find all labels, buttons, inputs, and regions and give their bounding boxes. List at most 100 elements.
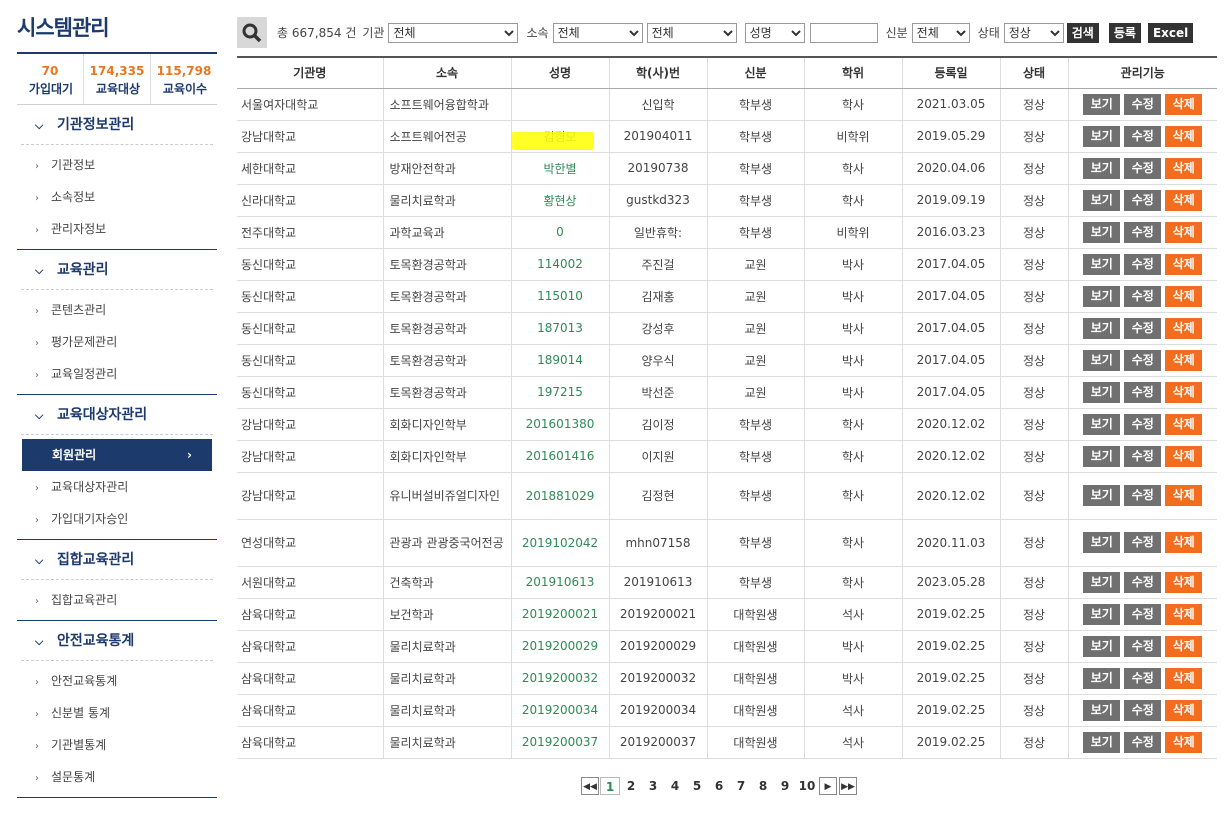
view-button[interactable]: 보기 xyxy=(1083,189,1121,211)
page-number[interactable]: 4 xyxy=(664,777,686,795)
member-name-link[interactable]: 201601380 xyxy=(510,408,609,441)
excel-button[interactable]: Excel xyxy=(1147,22,1194,43)
view-button[interactable]: 보기 xyxy=(1083,445,1121,467)
first-page-icon[interactable]: ◀◀ xyxy=(581,777,599,795)
edit-button[interactable]: 수정 xyxy=(1124,93,1162,115)
edit-button[interactable]: 수정 xyxy=(1124,317,1162,339)
delete-button[interactable]: 삭제 xyxy=(1165,635,1203,657)
delete-button[interactable]: 삭제 xyxy=(1165,221,1203,243)
register-button[interactable]: 등록 xyxy=(1108,22,1141,43)
member-name-link[interactable]: 박한별 xyxy=(510,152,609,185)
member-name-link[interactable]: 황현상 xyxy=(510,184,609,217)
delete-button[interactable]: 삭제 xyxy=(1165,731,1203,753)
menu-group-header[interactable]: ⌵ 안전교육통계 xyxy=(21,621,213,661)
next-page-icon[interactable]: ▶ xyxy=(819,777,837,795)
member-name-link[interactable]: 2019102042 xyxy=(510,519,609,567)
edit-button[interactable]: 수정 xyxy=(1124,285,1162,307)
sidebar-item[interactable]: › 소속정보 xyxy=(17,181,217,213)
sidebar-item[interactable]: › 설문통계 xyxy=(17,761,217,793)
view-button[interactable]: 보기 xyxy=(1083,157,1121,179)
delete-button[interactable]: 삭제 xyxy=(1165,189,1203,211)
edit-button[interactable]: 수정 xyxy=(1124,532,1162,553)
member-name-link[interactable]: 0 xyxy=(510,216,609,249)
sidebar-item[interactable]: › 안전교육통계 xyxy=(17,665,217,697)
delete-button[interactable]: 삭제 xyxy=(1165,699,1203,721)
delete-button[interactable]: 삭제 xyxy=(1165,125,1203,147)
page-number[interactable]: 10 xyxy=(796,777,818,795)
view-button[interactable]: 보기 xyxy=(1083,349,1121,371)
sidebar-item[interactable]: 회원관리 › xyxy=(22,439,212,471)
status-select[interactable]: 전체 xyxy=(911,22,970,43)
view-button[interactable]: 보기 xyxy=(1083,253,1121,275)
member-name-link[interactable] xyxy=(510,88,609,121)
sidebar-item[interactable]: › 관리자정보 xyxy=(17,213,217,245)
member-name-link[interactable]: 189014 xyxy=(510,344,609,377)
sidebar-item[interactable]: › 집합교육관리 xyxy=(17,584,217,616)
sidebar-item[interactable]: › 기관정보 xyxy=(17,149,217,181)
sidebar-item[interactable]: › 가입대기자승인 xyxy=(17,503,217,535)
page-number[interactable]: 5 xyxy=(686,777,708,795)
member-name-link[interactable]: 115010 xyxy=(510,280,609,313)
edit-button[interactable]: 수정 xyxy=(1124,381,1162,403)
view-button[interactable]: 보기 xyxy=(1083,603,1121,625)
sidebar-item[interactable]: › 교육대상자관리 xyxy=(17,471,217,503)
edit-button[interactable]: 수정 xyxy=(1124,699,1162,721)
page-number[interactable]: 7 xyxy=(730,777,752,795)
view-button[interactable]: 보기 xyxy=(1083,221,1121,243)
edit-button[interactable]: 수정 xyxy=(1124,603,1162,625)
view-button[interactable]: 보기 xyxy=(1083,571,1121,593)
last-page-icon[interactable]: ▶▶ xyxy=(839,777,857,795)
page-number[interactable]: 6 xyxy=(708,777,730,795)
view-button[interactable]: 보기 xyxy=(1083,485,1121,506)
delete-button[interactable]: 삭제 xyxy=(1165,445,1203,467)
view-button[interactable]: 보기 xyxy=(1083,731,1121,753)
view-button[interactable]: 보기 xyxy=(1083,125,1121,147)
delete-button[interactable]: 삭제 xyxy=(1165,485,1203,506)
institution-select[interactable]: 전체 xyxy=(388,22,519,43)
delete-button[interactable]: 삭제 xyxy=(1165,253,1203,275)
member-name-link[interactable]: 2019200034 xyxy=(510,694,609,727)
member-name-link[interactable]: 201601416 xyxy=(510,440,609,473)
sidebar-item[interactable]: › 교육일정관리 xyxy=(17,358,217,390)
menu-group-header[interactable]: ⌵ 집합교육관리 xyxy=(21,540,213,580)
page-number[interactable]: 1 xyxy=(600,777,620,795)
sidebar-item[interactable]: › 신분별 통계 xyxy=(17,697,217,729)
edit-button[interactable]: 수정 xyxy=(1124,413,1162,435)
edit-button[interactable]: 수정 xyxy=(1124,189,1162,211)
edit-button[interactable]: 수정 xyxy=(1124,667,1162,689)
page-number[interactable]: 2 xyxy=(620,777,642,795)
search-field-select[interactable]: 성명 xyxy=(744,22,805,43)
view-button[interactable]: 보기 xyxy=(1083,532,1121,553)
page-number[interactable]: 9 xyxy=(774,777,796,795)
member-name-link[interactable]: 187013 xyxy=(510,312,609,345)
menu-group-header[interactable]: ⌵ 기관정보관리 xyxy=(21,105,213,145)
menu-group-header[interactable]: ⌵ 교육관리 xyxy=(21,250,213,290)
edit-button[interactable]: 수정 xyxy=(1124,571,1162,593)
edit-button[interactable]: 수정 xyxy=(1124,125,1162,147)
delete-button[interactable]: 삭제 xyxy=(1165,603,1203,625)
sidebar-item[interactable]: › 콘텐츠관리 xyxy=(17,294,217,326)
view-button[interactable]: 보기 xyxy=(1083,699,1121,721)
delete-button[interactable]: 삭제 xyxy=(1165,413,1203,435)
delete-button[interactable]: 삭제 xyxy=(1165,93,1203,115)
view-button[interactable]: 보기 xyxy=(1083,93,1121,115)
page-number[interactable]: 3 xyxy=(642,777,664,795)
state-select[interactable]: 정상 xyxy=(1003,22,1064,43)
search-icon[interactable] xyxy=(237,17,267,48)
member-name-link[interactable]: 114002 xyxy=(510,248,609,281)
department-sub-select[interactable]: 전체 xyxy=(646,22,737,43)
edit-button[interactable]: 수정 xyxy=(1124,221,1162,243)
page-number[interactable]: 8 xyxy=(752,777,774,795)
view-button[interactable]: 보기 xyxy=(1083,413,1121,435)
edit-button[interactable]: 수정 xyxy=(1124,445,1162,467)
delete-button[interactable]: 삭제 xyxy=(1165,285,1203,307)
sidebar-item[interactable]: › 평가문제관리 xyxy=(17,326,217,358)
search-button[interactable]: 검색 xyxy=(1066,22,1099,43)
member-name-link[interactable]: 201881029 xyxy=(510,472,609,520)
delete-button[interactable]: 삭제 xyxy=(1165,667,1203,689)
member-name-link[interactable]: 201910613 xyxy=(510,566,609,599)
edit-button[interactable]: 수정 xyxy=(1124,635,1162,657)
edit-button[interactable]: 수정 xyxy=(1124,731,1162,753)
delete-button[interactable]: 삭제 xyxy=(1165,381,1203,403)
view-button[interactable]: 보기 xyxy=(1083,635,1121,657)
